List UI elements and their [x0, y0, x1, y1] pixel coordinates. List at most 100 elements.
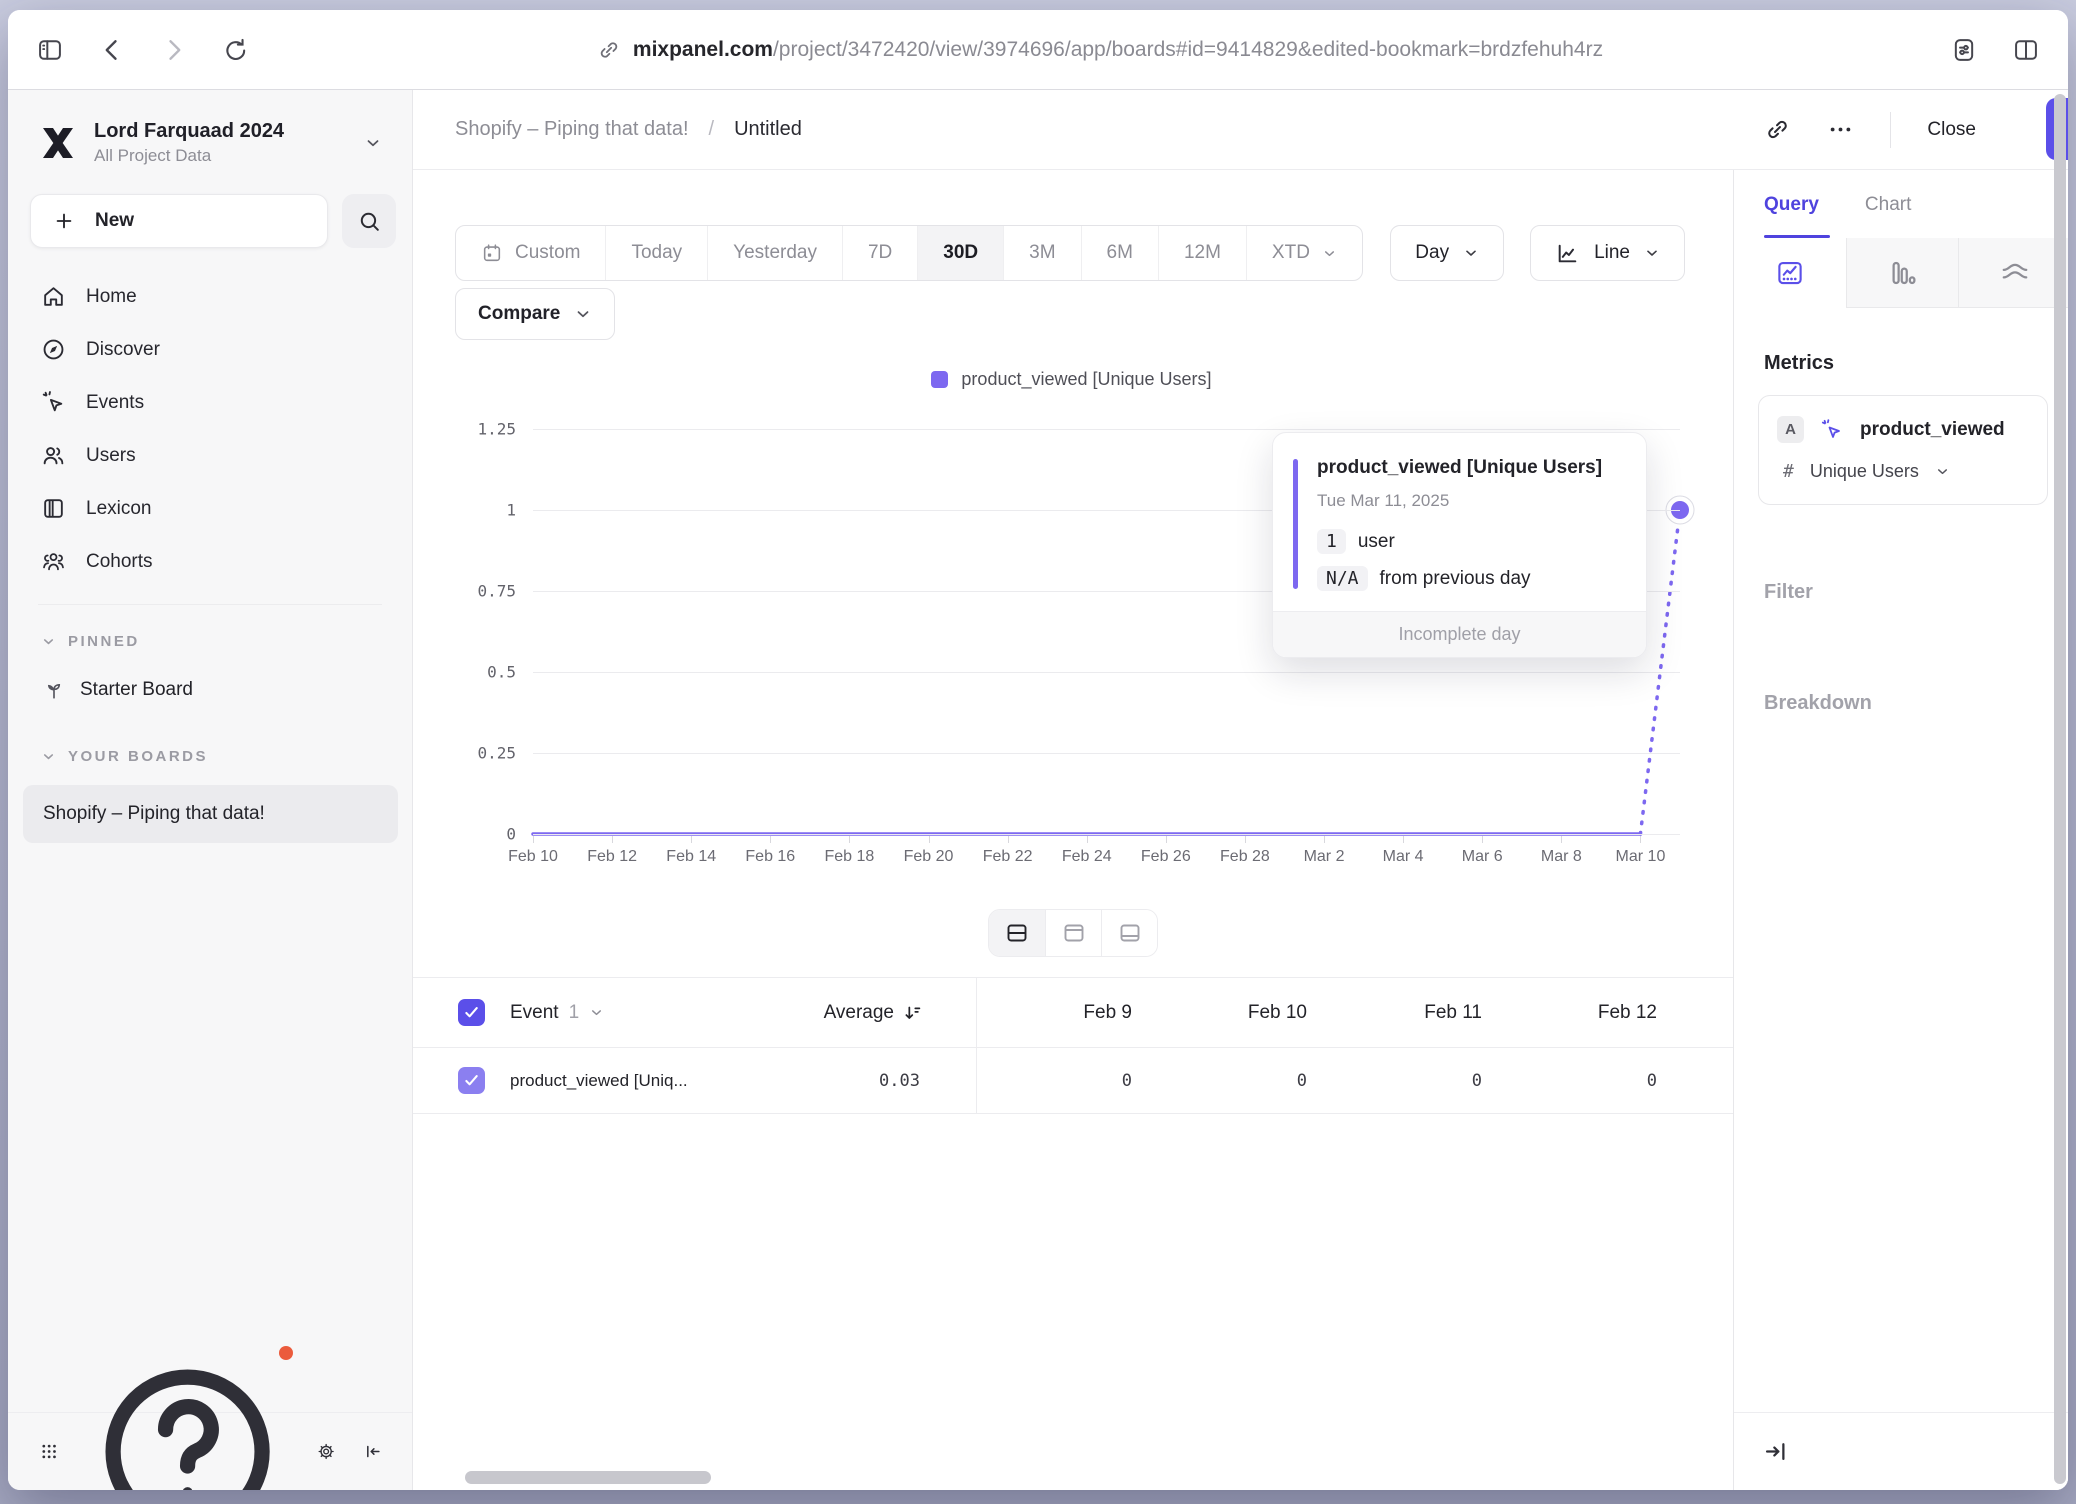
- funnels-report-tab[interactable]: [1846, 238, 1958, 308]
- table-row[interactable]: product_viewed [Uniq...0.030000: [413, 1048, 1733, 1114]
- line-chart-icon: [1555, 241, 1580, 266]
- average-column-header[interactable]: Average: [754, 1002, 924, 1024]
- row-cell-value: 0: [1136, 1071, 1311, 1091]
- date-column-header-feb-11[interactable]: Feb 11: [1311, 1002, 1486, 1024]
- range-button-7d[interactable]: 7D: [842, 226, 917, 280]
- date-range-segmented-control: CustomTodayYesterday7D30D 3M 6M 12M XTD: [455, 225, 1363, 281]
- forward-arrow-icon[interactable]: [160, 36, 188, 64]
- search-button[interactable]: [342, 194, 396, 248]
- tooltip-title: product_viewed [Unique Users]: [1317, 457, 1622, 479]
- compare-button[interactable]: Compare: [455, 288, 615, 340]
- range-button-label: XTD: [1272, 242, 1310, 264]
- range-button-label: 3M: [1029, 242, 1055, 264]
- range-button-xtd[interactable]: XTD: [1246, 226, 1362, 280]
- copy-link-icon[interactable]: [1764, 116, 1791, 143]
- metric-card[interactable]: A product_viewed # Unique Users: [1758, 395, 2048, 505]
- chart-gridline: [533, 672, 1680, 673]
- tab-chart[interactable]: Chart: [1865, 194, 1911, 238]
- sidebar-item-events[interactable]: Events: [8, 376, 412, 429]
- flows-report-tab[interactable]: [1958, 238, 2068, 308]
- sidebar-item-label: Discover: [86, 339, 160, 361]
- chart-type-dropdown[interactable]: Line: [1530, 225, 1685, 281]
- events-icon: [41, 390, 66, 415]
- x-axis-label: Feb 22: [983, 848, 1033, 866]
- browser-sidebar-toggle-icon[interactable]: [36, 36, 64, 64]
- boards-section-header[interactable]: YOUR BOARDS: [8, 732, 412, 777]
- chart-legend[interactable]: product_viewed [Unique Users]: [458, 364, 1685, 394]
- x-axis-tick: [1482, 836, 1483, 843]
- close-button[interactable]: Close: [1927, 119, 1976, 141]
- address-bar[interactable]: mixpanel.com/project/3472420/view/397469…: [250, 38, 1950, 62]
- x-axis-tick: [1640, 836, 1641, 843]
- tab-query[interactable]: Query: [1764, 194, 1819, 238]
- apps-grid-icon[interactable]: [40, 1438, 58, 1465]
- range-button-3m[interactable]: 3M: [1003, 226, 1080, 280]
- report-controls: CustomTodayYesterday7D30D3M6M12MXTD Day …: [413, 170, 1733, 340]
- pinned-section-header[interactable]: PINNED: [8, 617, 412, 662]
- board-item-shopify-piping-that-data[interactable]: Shopify – Piping that data!: [23, 785, 398, 843]
- event-count: 1: [569, 1002, 580, 1024]
- horizontal-scrollbar[interactable]: [465, 1471, 711, 1484]
- split-view-toggle[interactable]: [989, 910, 1045, 956]
- sidebar-item-label: Lexicon: [86, 498, 152, 520]
- breadcrumb-page[interactable]: Untitled: [734, 118, 802, 141]
- sidebar-item-discover[interactable]: Discover: [8, 323, 412, 376]
- insights-report-tab[interactable]: [1734, 238, 1846, 308]
- x-axis-tick: [1324, 836, 1325, 843]
- collapse-panel-icon[interactable]: [1762, 1438, 1789, 1465]
- range-button-label: 12M: [1184, 242, 1221, 264]
- chart-only-toggle[interactable]: [1045, 910, 1101, 956]
- chevron-down-icon: [1463, 245, 1479, 261]
- settings-gear-icon[interactable]: [317, 1438, 335, 1465]
- range-button-custom[interactable]: Custom: [456, 226, 605, 280]
- range-button-6m[interactable]: 6M: [1081, 226, 1158, 280]
- vertical-scrollbar[interactable]: [2054, 94, 2066, 1484]
- y-axis-label: 1: [458, 501, 516, 520]
- pinned-item-starter-board[interactable]: Starter Board: [8, 662, 412, 718]
- metric-aggregation-row[interactable]: # Unique Users: [1777, 461, 2029, 482]
- chevron-down-icon: [364, 134, 382, 152]
- workspace-switcher[interactable]: Lord Farquaad 2024 All Project Data: [8, 90, 412, 170]
- reload-icon[interactable]: [222, 36, 250, 64]
- range-button-today[interactable]: Today: [605, 226, 707, 280]
- collapse-sidebar-icon[interactable]: [364, 1438, 382, 1465]
- date-column-header-feb-12[interactable]: Feb 12: [1486, 1002, 1661, 1024]
- x-axis-tick: [1561, 836, 1562, 843]
- help-button[interactable]: [86, 1350, 289, 1490]
- granularity-dropdown[interactable]: Day: [1390, 225, 1504, 281]
- tooltip-footer: Incomplete day: [1273, 611, 1646, 657]
- users-icon: [41, 443, 66, 468]
- x-axis-label: Mar 6: [1462, 848, 1503, 866]
- sidebar-item-users[interactable]: Users: [8, 429, 412, 482]
- range-button-12m[interactable]: 12M: [1158, 226, 1246, 280]
- event-column-header[interactable]: Event1: [494, 1002, 754, 1024]
- sidebar-item-home[interactable]: Home: [8, 270, 412, 323]
- range-button-30d[interactable]: 30D: [917, 226, 1003, 280]
- layout-toggles: [413, 909, 1733, 957]
- breakdown-header: Breakdown: [1764, 692, 2068, 715]
- x-axis-tick: [929, 836, 930, 843]
- line-chart[interactable]: product_viewed [Unique Users] Tue Mar 11…: [458, 399, 1685, 869]
- sidebar-item-cohorts[interactable]: Cohorts: [8, 535, 412, 588]
- page-settings-icon[interactable]: [1950, 36, 1978, 64]
- workspace-subtitle: All Project Data: [94, 146, 348, 166]
- chart-gridline: [533, 753, 1680, 754]
- new-button[interactable]: New: [30, 194, 328, 248]
- date-column-header-feb-9[interactable]: Feb 9: [976, 1002, 1136, 1024]
- table-only-toggle[interactable]: [1101, 910, 1157, 956]
- breadcrumb: Shopify – Piping that data! / Untitled: [455, 118, 802, 141]
- board-list: Shopify – Piping that data!: [8, 777, 412, 843]
- date-column-header-feb-10[interactable]: Feb 10: [1136, 1002, 1311, 1024]
- query-panel-footer: [1734, 1412, 2068, 1490]
- sidebar-item-lexicon[interactable]: Lexicon: [8, 482, 412, 535]
- query-panel-tabs: Query Chart: [1734, 170, 2068, 238]
- select-all-checkbox[interactable]: [458, 999, 485, 1026]
- split-view-icon[interactable]: [2012, 36, 2040, 64]
- more-options-icon[interactable]: [1827, 116, 1854, 143]
- row-checkbox[interactable]: [458, 1067, 485, 1094]
- x-axis-tick: [1166, 836, 1167, 843]
- chevron-down-icon: [574, 305, 592, 323]
- breadcrumb-board[interactable]: Shopify – Piping that data!: [455, 118, 689, 141]
- back-arrow-icon[interactable]: [98, 36, 126, 64]
- range-button-yesterday[interactable]: Yesterday: [707, 226, 842, 280]
